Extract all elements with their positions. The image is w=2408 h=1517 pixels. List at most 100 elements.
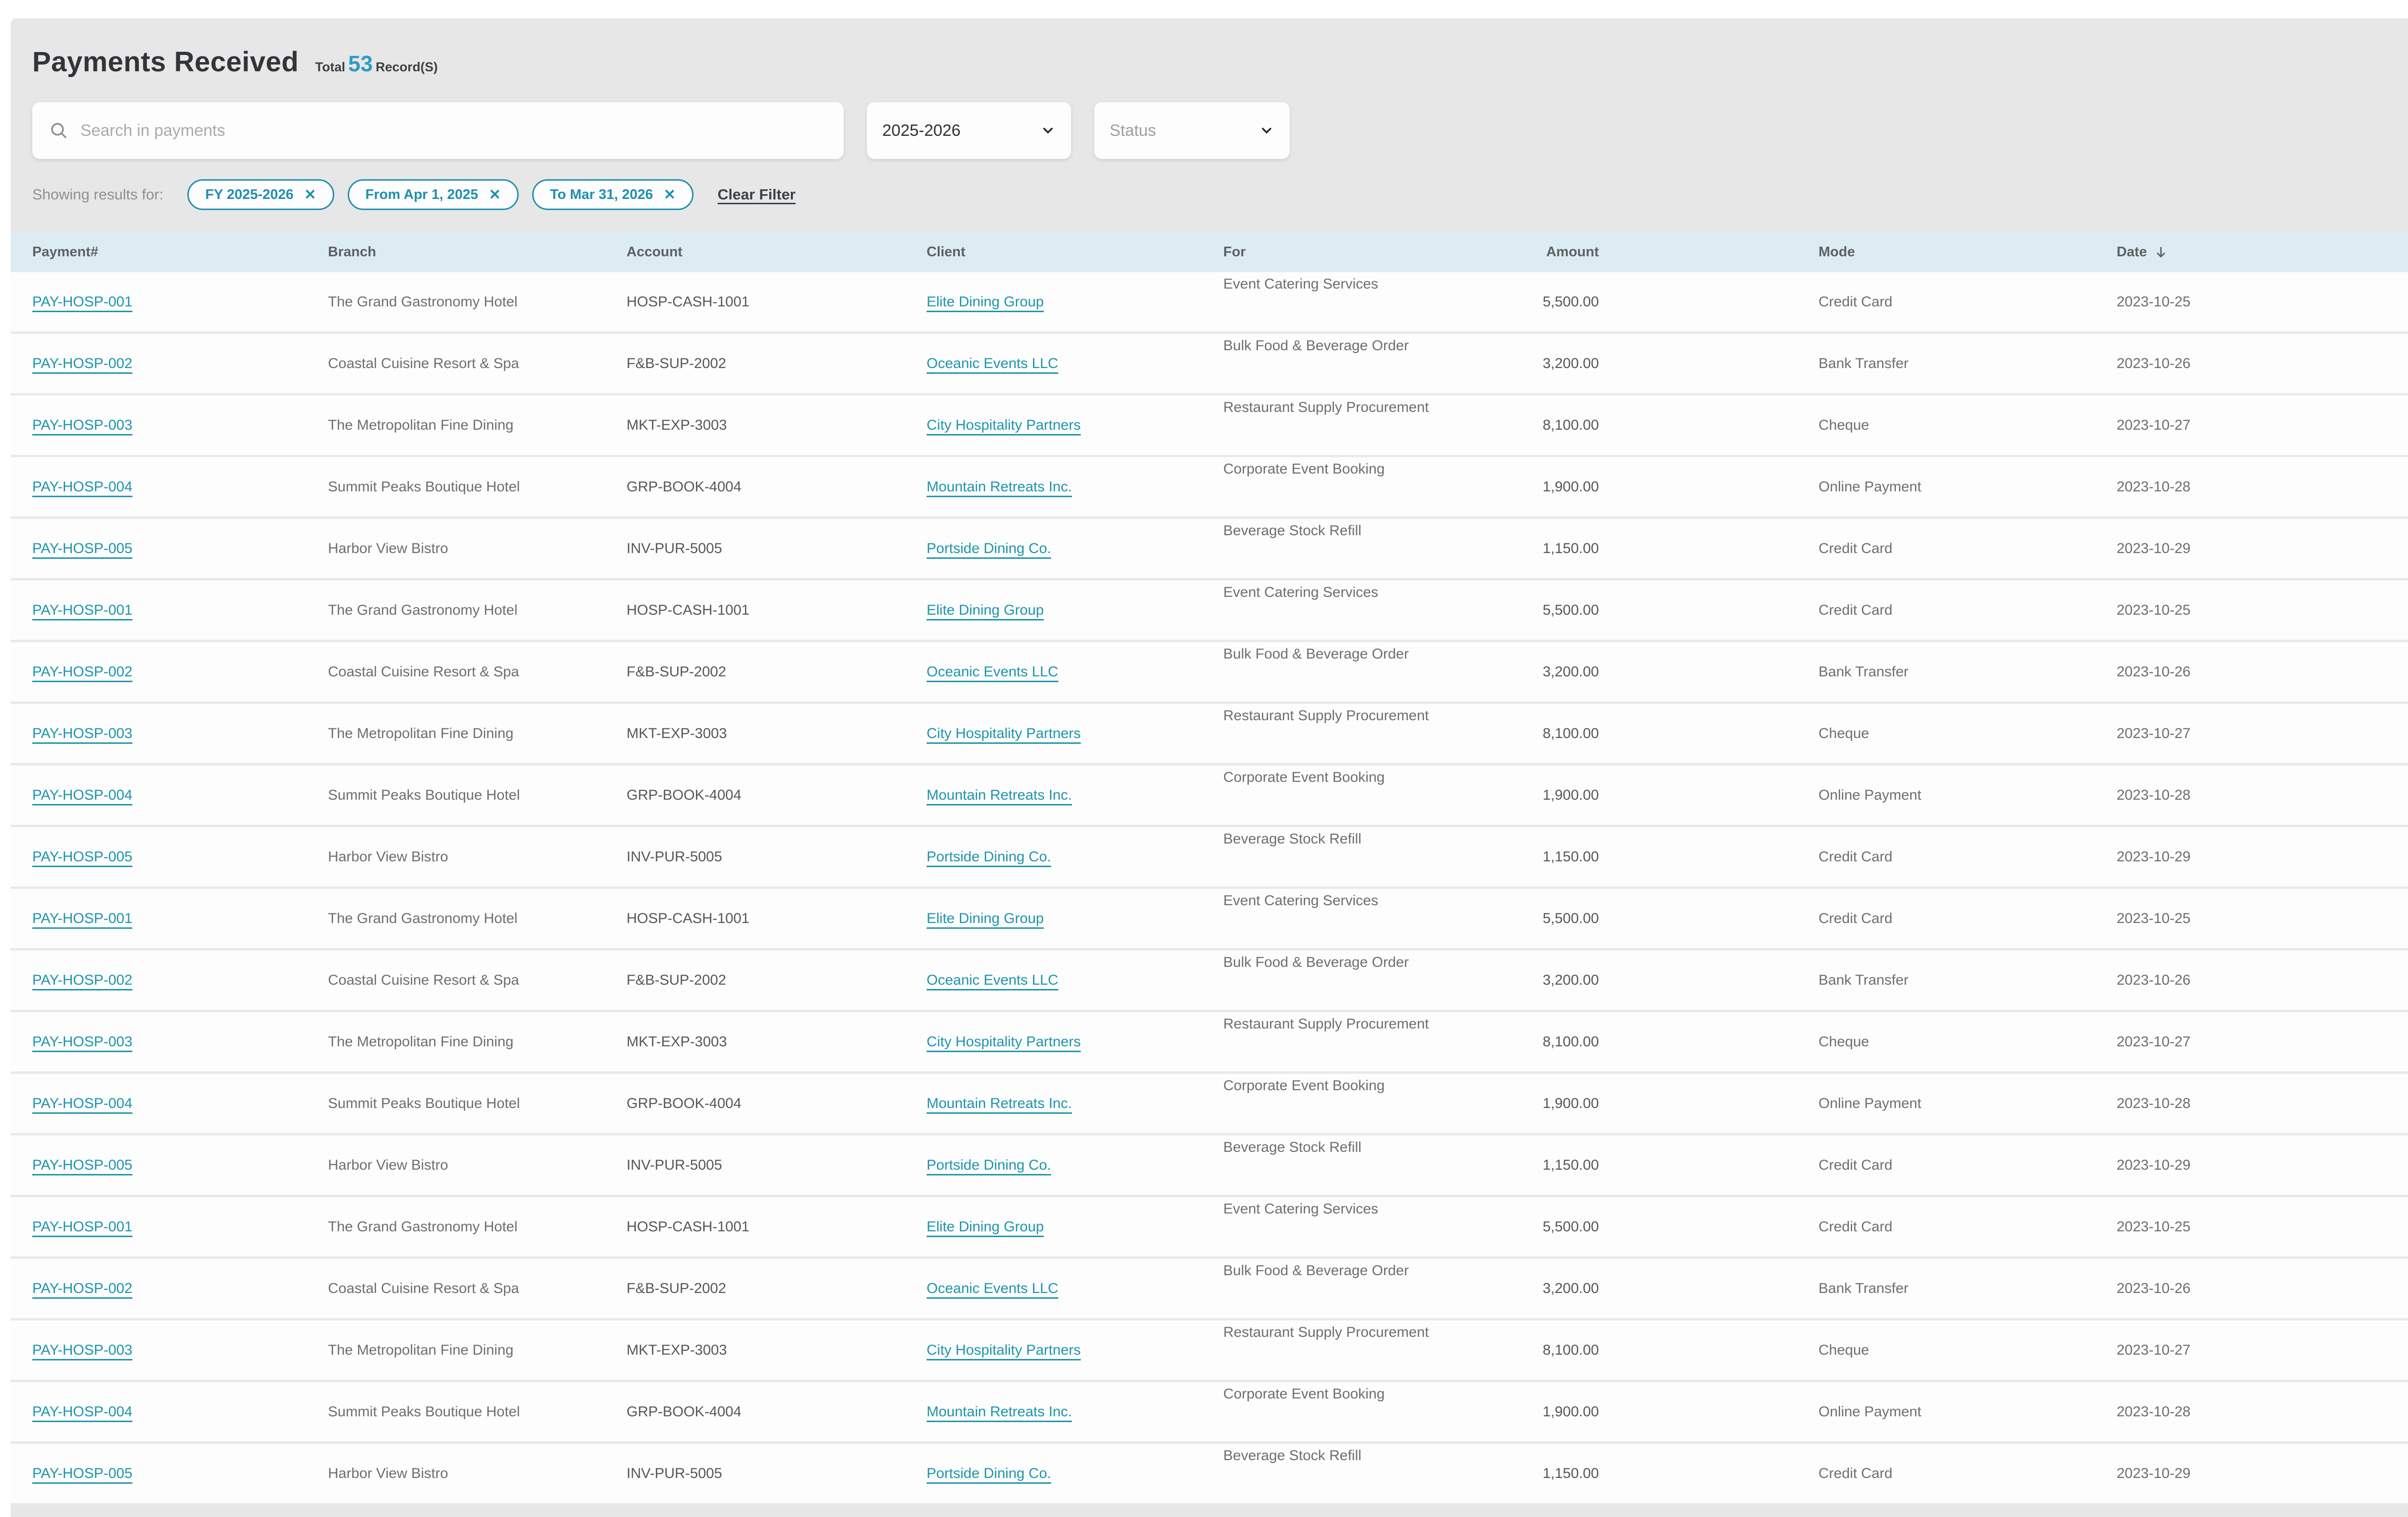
payment-number-link[interactable]: PAY-HOSP-001: [32, 294, 132, 310]
payment-number-link[interactable]: PAY-HOSP-003: [32, 726, 132, 742]
account-cell: MKT-EXP-3003: [627, 1033, 727, 1050]
payment-number-link[interactable]: PAY-HOSP-004: [32, 479, 132, 495]
search-box[interactable]: [32, 102, 844, 159]
payment-number-link[interactable]: PAY-HOSP-003: [32, 1034, 132, 1050]
payment-number-link[interactable]: PAY-HOSP-002: [32, 1280, 132, 1297]
client-link[interactable]: Portside Dining Co.: [927, 1157, 1051, 1174]
payment-number-link[interactable]: PAY-HOSP-005: [32, 1465, 132, 1482]
total-count: 53: [348, 51, 373, 76]
table-row[interactable]: PAY-HOSP-004 Summit Peaks Boutique Hotel…: [11, 765, 2408, 827]
column-header-branch[interactable]: Branch: [328, 232, 627, 272]
date-cell: 2023-10-26: [2117, 1280, 2191, 1296]
client-link[interactable]: City Hospitality Partners: [927, 1342, 1081, 1359]
payment-number-link[interactable]: PAY-HOSP-001: [32, 1219, 132, 1235]
amount-cell: 5,500.00: [1543, 293, 1599, 310]
chip-close-icon[interactable]: ✕: [304, 186, 316, 203]
client-link[interactable]: City Hospitality Partners: [927, 726, 1081, 742]
filter-chip[interactable]: To Mar 31, 2026 ✕: [532, 179, 694, 210]
amount-cell: 3,200.00: [1543, 663, 1599, 680]
table-row[interactable]: PAY-HOSP-004 Summit Peaks Boutique Hotel…: [11, 1074, 2408, 1135]
table-row[interactable]: PAY-HOSP-003 The Metropolitan Fine Dinin…: [11, 396, 2408, 457]
client-link[interactable]: Mountain Retreats Inc.: [927, 479, 1072, 495]
client-link[interactable]: Oceanic Events LLC: [927, 1280, 1058, 1297]
payment-number-link[interactable]: PAY-HOSP-003: [32, 1342, 132, 1359]
table-row[interactable]: PAY-HOSP-004 Summit Peaks Boutique Hotel…: [11, 1382, 2408, 1444]
column-header-account[interactable]: Account: [627, 232, 927, 272]
table-row[interactable]: PAY-HOSP-001 The Grand Gastronomy Hotel …: [11, 272, 2408, 334]
mode-cell: Bank Transfer: [1819, 1280, 1909, 1296]
date-cell: 2023-10-27: [2117, 1342, 2191, 1358]
search-input[interactable]: [80, 121, 827, 140]
clear-filter-link[interactable]: Clear Filter: [718, 186, 796, 203]
filter-chip[interactable]: From Apr 1, 2025 ✕: [347, 179, 519, 210]
for-cell: Restaurant Supply Procurement: [1223, 708, 1429, 724]
payment-number-link[interactable]: PAY-HOSP-004: [32, 1095, 132, 1112]
table-row[interactable]: PAY-HOSP-005 Harbor View Bistro INV-PUR-…: [11, 1135, 2408, 1197]
for-cell: Event Catering Services: [1223, 893, 1378, 909]
payment-number-link[interactable]: PAY-HOSP-002: [32, 664, 132, 680]
payment-number-link[interactable]: PAY-HOSP-005: [32, 849, 132, 865]
status-select[interactable]: Status: [1094, 102, 1290, 159]
account-cell: HOSP-CASH-1001: [627, 293, 750, 310]
payment-number-link[interactable]: PAY-HOSP-002: [32, 356, 132, 372]
client-link[interactable]: Elite Dining Group: [927, 602, 1044, 619]
table-row[interactable]: PAY-HOSP-003 The Metropolitan Fine Dinin…: [11, 1320, 2408, 1382]
payment-number-link[interactable]: PAY-HOSP-001: [32, 602, 132, 619]
table-row[interactable]: PAY-HOSP-004 Summit Peaks Boutique Hotel…: [11, 457, 2408, 519]
chip-close-icon[interactable]: ✕: [664, 186, 676, 203]
column-header-amount[interactable]: Amount: [1474, 232, 1819, 272]
client-link[interactable]: Elite Dining Group: [927, 294, 1044, 310]
column-header-client[interactable]: Client: [927, 232, 1223, 272]
branch-cell: The Metropolitan Fine Dining: [328, 725, 514, 741]
client-link[interactable]: City Hospitality Partners: [927, 417, 1081, 434]
amount-cell: 5,500.00: [1543, 1218, 1599, 1235]
column-header-date[interactable]: Date: [2117, 232, 2408, 272]
client-link[interactable]: Oceanic Events LLC: [927, 972, 1058, 989]
table-row[interactable]: PAY-HOSP-005 Harbor View Bistro INV-PUR-…: [11, 827, 2408, 889]
payment-number-link[interactable]: PAY-HOSP-004: [32, 787, 132, 804]
client-link[interactable]: Mountain Retreats Inc.: [927, 1095, 1072, 1112]
payment-number-link[interactable]: PAY-HOSP-004: [32, 1404, 132, 1420]
table-row[interactable]: PAY-HOSP-001 The Grand Gastronomy Hotel …: [11, 889, 2408, 950]
client-link[interactable]: Portside Dining Co.: [927, 849, 1051, 865]
table-row[interactable]: PAY-HOSP-001 The Grand Gastronomy Hotel …: [11, 580, 2408, 642]
column-header-payment[interactable]: Payment#: [32, 232, 328, 272]
table-row[interactable]: PAY-HOSP-002 Coastal Cuisine Resort & Sp…: [11, 334, 2408, 396]
client-link[interactable]: Portside Dining Co.: [927, 541, 1051, 557]
payment-number-link[interactable]: PAY-HOSP-003: [32, 417, 132, 434]
filter-chip[interactable]: FY 2025-2026 ✕: [187, 179, 334, 210]
for-cell: Restaurant Supply Procurement: [1223, 399, 1429, 415]
table-row[interactable]: PAY-HOSP-005 Harbor View Bistro INV-PUR-…: [11, 519, 2408, 580]
table-row[interactable]: PAY-HOSP-005 Harbor View Bistro INV-PUR-…: [11, 1444, 2408, 1505]
table-row[interactable]: PAY-HOSP-002 Coastal Cuisine Resort & Sp…: [11, 642, 2408, 704]
table-row[interactable]: PAY-HOSP-001 The Grand Gastronomy Hotel …: [11, 1197, 2408, 1259]
client-link[interactable]: Portside Dining Co.: [927, 1465, 1051, 1482]
account-cell: MKT-EXP-3003: [627, 417, 727, 433]
table-row[interactable]: PAY-HOSP-003 The Metropolitan Fine Dinin…: [11, 704, 2408, 765]
client-link[interactable]: Mountain Retreats Inc.: [927, 787, 1072, 804]
client-link[interactable]: Mountain Retreats Inc.: [927, 1404, 1072, 1420]
payment-number-link[interactable]: PAY-HOSP-005: [32, 541, 132, 557]
chip-close-icon[interactable]: ✕: [489, 186, 501, 203]
mode-cell: Cheque: [1819, 417, 1870, 433]
account-cell: F&B-SUP-2002: [627, 355, 726, 371]
client-link[interactable]: Elite Dining Group: [927, 1219, 1044, 1235]
table-row[interactable]: PAY-HOSP-002 Coastal Cuisine Resort & Sp…: [11, 950, 2408, 1012]
payment-number-link[interactable]: PAY-HOSP-002: [32, 972, 132, 989]
client-cell: Oceanic Events LLC: [927, 1259, 1223, 1318]
title-block: Payments Received Total 53 Record(S): [32, 46, 438, 78]
column-header-mode[interactable]: Mode: [1819, 232, 2117, 272]
payment-number-cell: PAY-HOSP-002: [32, 642, 328, 701]
client-cell: City Hospitality Partners: [927, 704, 1223, 763]
fiscal-year-select[interactable]: 2025-2026: [867, 102, 1071, 159]
client-link[interactable]: Oceanic Events LLC: [927, 356, 1058, 372]
table-row[interactable]: PAY-HOSP-003 The Metropolitan Fine Dinin…: [11, 1012, 2408, 1074]
client-link[interactable]: Oceanic Events LLC: [927, 664, 1058, 680]
date-cell: 2023-10-28: [2117, 478, 2191, 495]
payment-number-link[interactable]: PAY-HOSP-001: [32, 910, 132, 927]
payment-number-link[interactable]: PAY-HOSP-005: [32, 1157, 132, 1174]
client-link[interactable]: City Hospitality Partners: [927, 1034, 1081, 1050]
client-link[interactable]: Elite Dining Group: [927, 910, 1044, 927]
table-row[interactable]: PAY-HOSP-002 Coastal Cuisine Resort & Sp…: [11, 1259, 2408, 1320]
column-header-for[interactable]: For: [1223, 232, 1474, 272]
